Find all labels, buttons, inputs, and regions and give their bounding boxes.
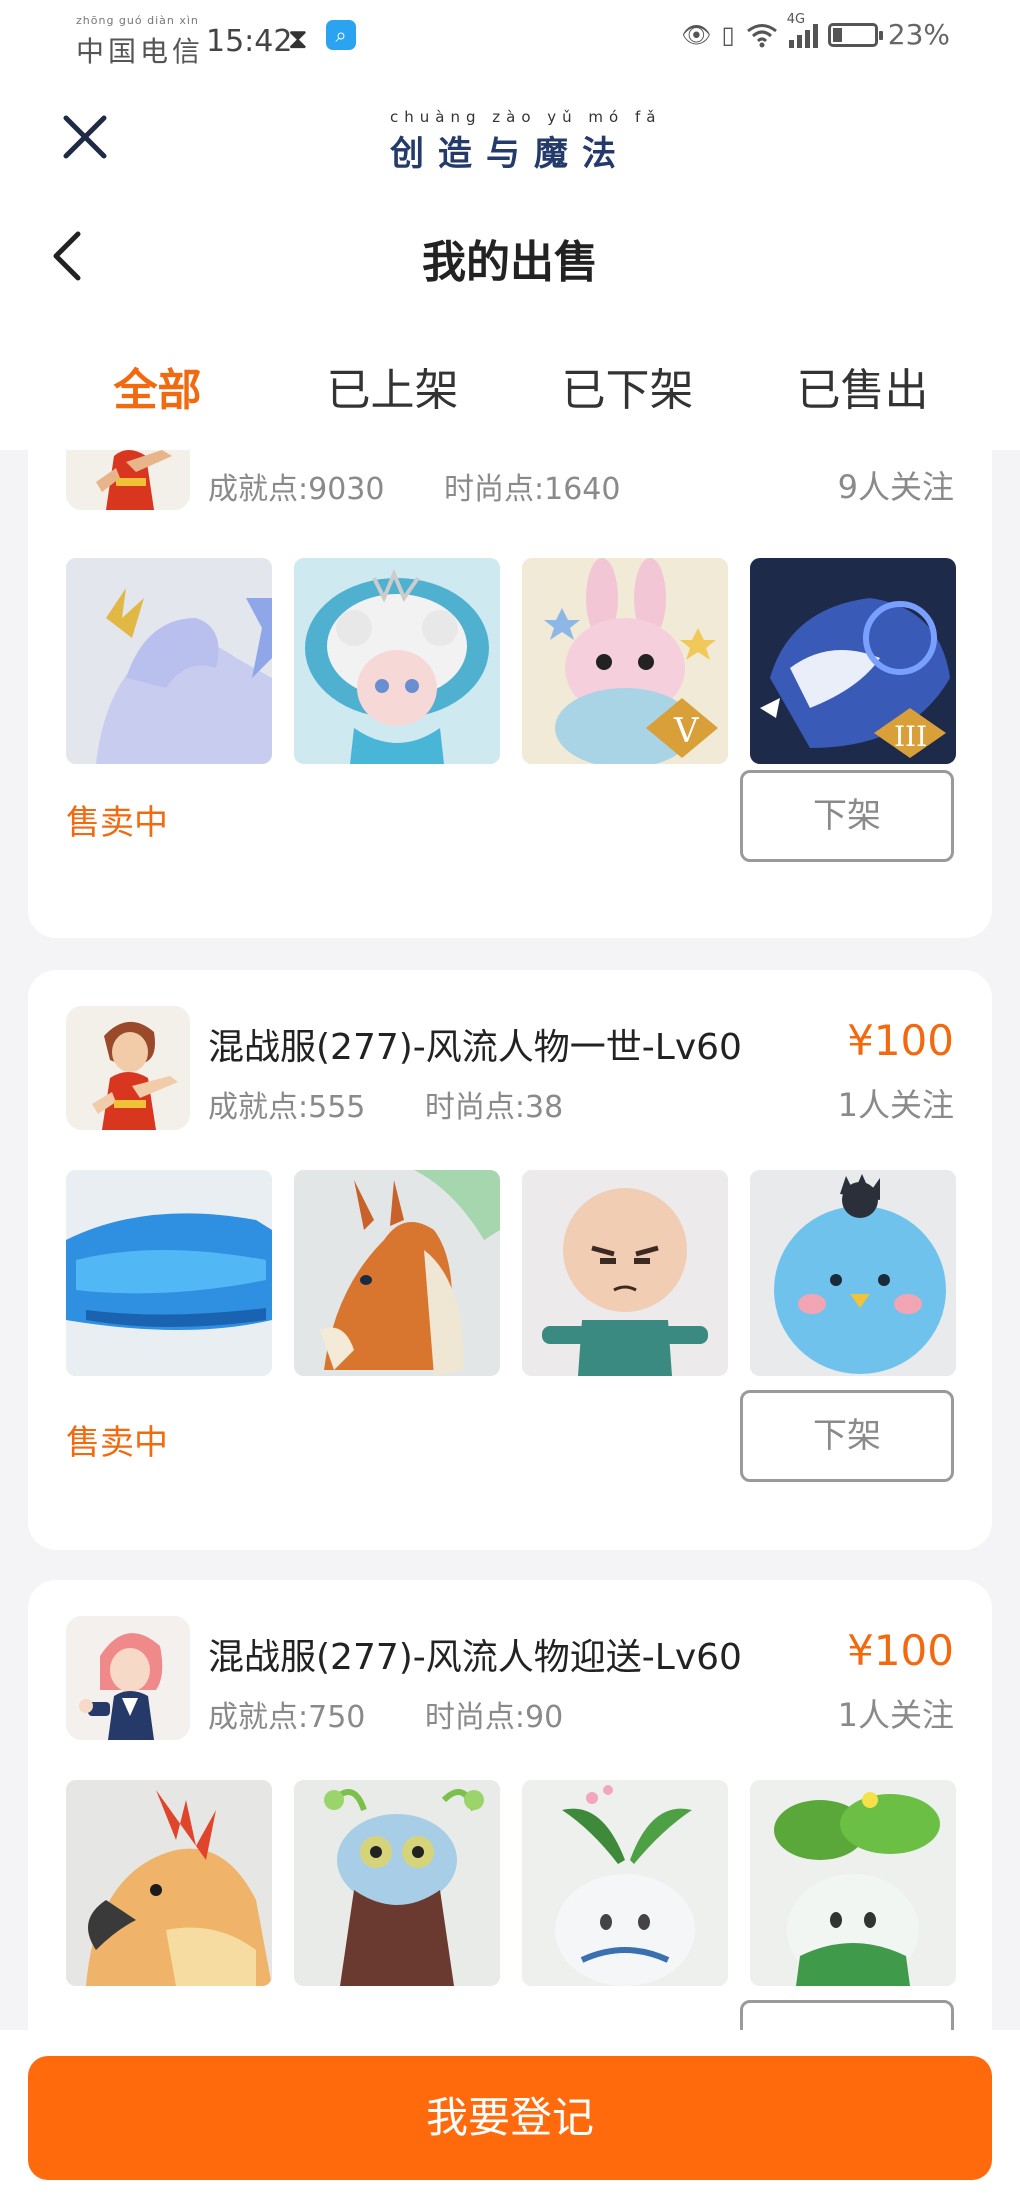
listing-title: 混战服(277)-风流人物一世-Lv60 xyxy=(208,1027,742,1068)
tab-delisted[interactable]: 已下架 xyxy=(510,354,745,418)
carrier-pinyin: zhōng guó diàn xìn xyxy=(76,14,199,27)
listing-status: 售卖中 xyxy=(66,803,168,843)
listing-card[interactable]: 混战服(277)-风流人物一世-Lv60 ¥100 成就点:555 时尚点:38… xyxy=(28,970,992,1550)
item-thumbnail[interactable] xyxy=(750,1780,956,1986)
character-avatar xyxy=(66,1006,190,1130)
page-title: 我的出售 xyxy=(422,237,598,288)
svg-text:III: III xyxy=(894,720,927,753)
close-icon xyxy=(63,115,107,159)
character-avatar xyxy=(66,1616,190,1740)
item-thumbnail[interactable] xyxy=(522,1780,728,1986)
followers-count: 1人关注 xyxy=(837,1086,954,1124)
battery-fill xyxy=(832,27,842,42)
status-bar: zhōng guó diàn xìn 中国电信 15:42 ⧗ ⌕ 👁 ▯ 4G… xyxy=(0,0,1020,76)
listing-stats: 成就点:555 时尚点:38 xyxy=(208,1082,613,1126)
item-thumbnail[interactable] xyxy=(66,1170,272,1376)
logo-pinyin: chuàng zào yǔ mó fǎ xyxy=(390,108,662,126)
listing-status: 售卖中 xyxy=(66,1423,168,1463)
item-thumbnail[interactable] xyxy=(294,1170,500,1376)
listing-card[interactable]: 混战服(277)-风流人物迎送-Lv60 ¥100 成就点:750 时尚点:90… xyxy=(28,1580,992,2030)
achievement-points: 成就点:9030 xyxy=(208,472,385,507)
item-thumbnail[interactable] xyxy=(66,558,272,764)
item-thumbnail[interactable] xyxy=(750,1170,956,1376)
followers-count: 9人关注 xyxy=(837,468,954,506)
listing-price: ¥100 xyxy=(847,1626,954,1675)
delist-button[interactable] xyxy=(740,2000,954,2030)
status-time: 15:42 xyxy=(206,24,293,59)
eye-icon: 👁 xyxy=(681,20,712,49)
fashion-points: 时尚点:1640 xyxy=(444,472,621,507)
logo-text: 创造与魔法 xyxy=(390,134,630,174)
tab-all[interactable]: 全部 xyxy=(40,354,275,418)
achievement-points: 成就点:555 xyxy=(208,1090,366,1125)
carrier-name: 中国电信 xyxy=(76,35,205,68)
hourglass-icon: ⧗ xyxy=(288,22,308,55)
delist-button[interactable]: 下架 xyxy=(740,1390,954,1482)
app-logo: chuàng zào yǔ mó fǎ 创造与魔法 xyxy=(390,108,662,174)
item-thumbnails xyxy=(66,1780,956,1986)
item-thumbnail[interactable]: III xyxy=(750,558,956,764)
status-icons: 👁 ▯ 4G 23% xyxy=(681,12,950,52)
tab-listed[interactable]: 已上架 xyxy=(275,354,510,418)
achievement-points: 成就点:750 xyxy=(208,1700,366,1735)
listing-title: 混战服(277)-风流人物迎送-Lv60 xyxy=(208,1637,742,1678)
vibrate-icon: ▯ xyxy=(721,20,735,49)
tab-sold[interactable]: 已售出 xyxy=(745,354,980,418)
item-thumbnails: V III xyxy=(66,558,956,764)
item-thumbnails xyxy=(66,1170,956,1376)
character-avatar xyxy=(66,450,190,510)
bottom-bar: 我要登记 xyxy=(0,2030,1020,2210)
item-thumbnail[interactable]: V xyxy=(522,558,728,764)
close-button[interactable] xyxy=(58,110,112,164)
search-app-icon: ⌕ xyxy=(326,20,356,50)
battery-percent: 23% xyxy=(887,18,950,51)
item-thumbnail[interactable] xyxy=(66,1780,272,1986)
followers-count: 1人关注 xyxy=(837,1696,954,1734)
fashion-points: 时尚点:38 xyxy=(424,1090,564,1125)
wifi-icon xyxy=(746,23,777,47)
network-type: 4G xyxy=(786,11,806,27)
listing-stats: 成就点:9030 时尚点:1640 xyxy=(208,464,670,508)
item-thumbnail[interactable] xyxy=(294,1780,500,1986)
svg-text:V: V xyxy=(673,711,700,751)
listing-card[interactable]: 成就点:9030 时尚点:1640 9人关注 V III 售卖中 下架 xyxy=(28,450,992,938)
battery-icon xyxy=(827,22,883,47)
register-button[interactable]: 我要登记 xyxy=(28,2056,992,2180)
carrier: zhōng guó diàn xìn 中国电信 xyxy=(76,14,205,70)
item-thumbnail[interactable] xyxy=(294,558,500,764)
item-thumbnail[interactable] xyxy=(522,1170,728,1376)
delist-button[interactable]: 下架 xyxy=(740,770,954,862)
fashion-points: 时尚点:90 xyxy=(424,1700,564,1735)
listing-list[interactable]: 成就点:9030 时尚点:1640 9人关注 V III 售卖中 下架 混战服(… xyxy=(0,450,1020,2030)
listing-stats: 成就点:750 时尚点:90 xyxy=(208,1692,613,1736)
tab-bar: 全部 已上架 已下架 已售出 xyxy=(40,354,980,418)
listing-price: ¥100 xyxy=(847,1016,954,1065)
